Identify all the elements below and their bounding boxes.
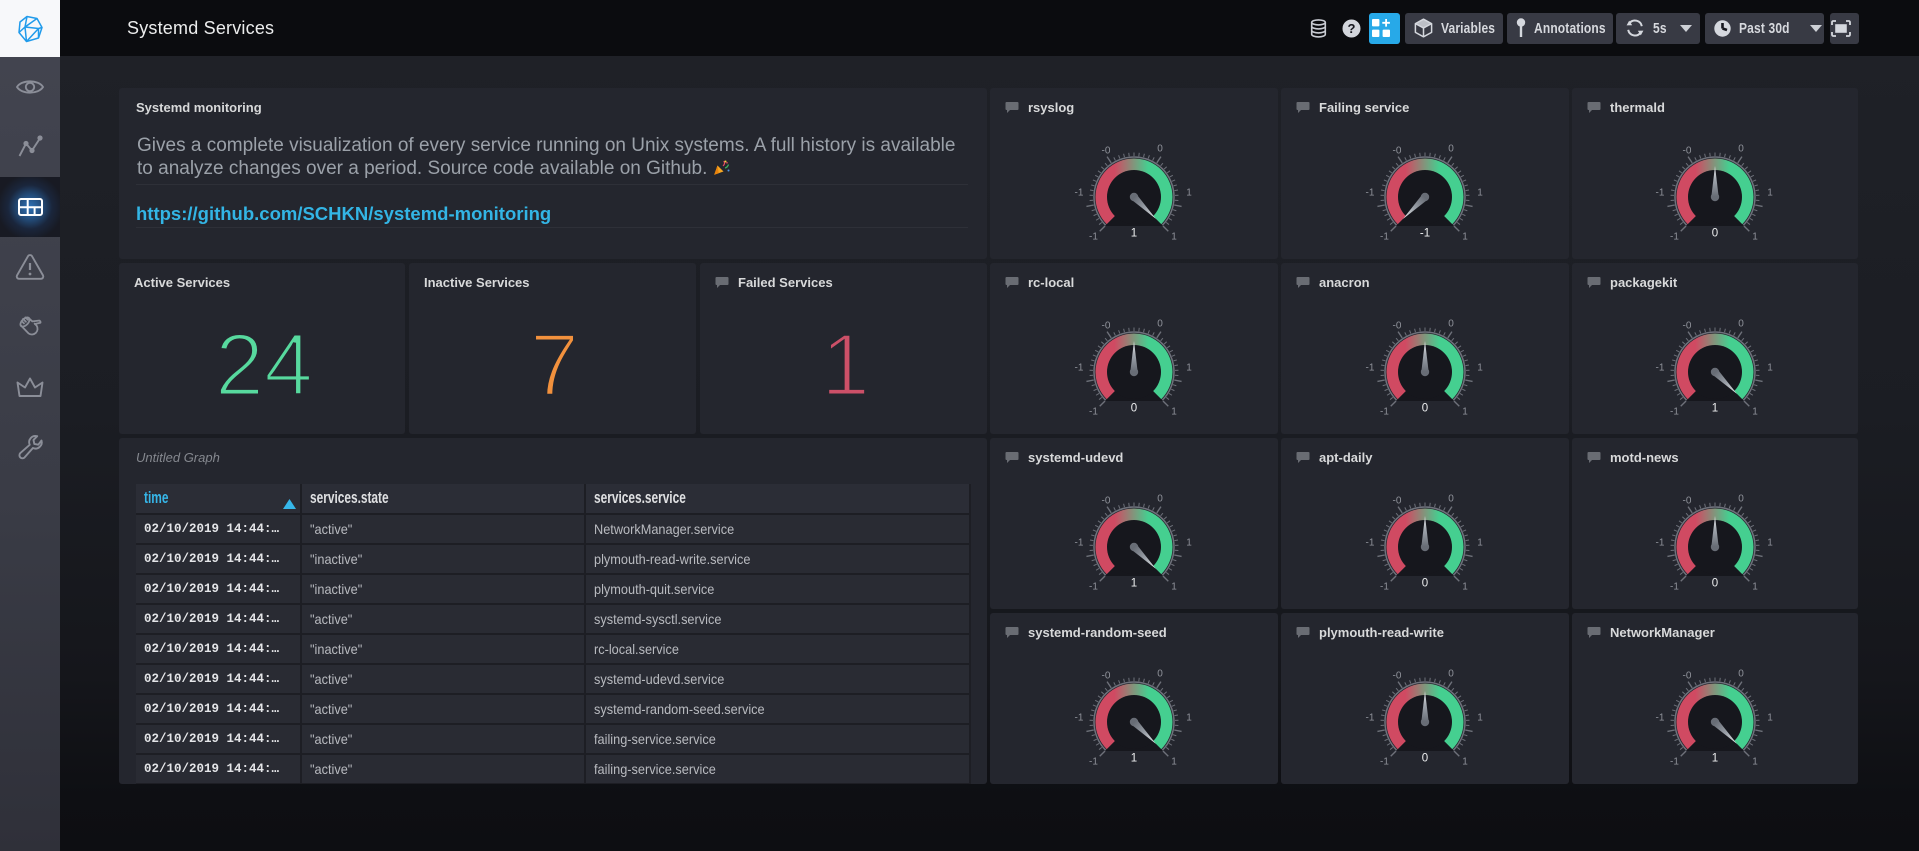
svg-text:1: 1 <box>1131 578 1137 590</box>
svg-text:0: 0 <box>1422 578 1428 590</box>
svg-text:1: 1 <box>1712 403 1718 415</box>
svg-text:0: 0 <box>1422 403 1428 415</box>
svg-text:?: ? <box>1348 21 1356 36</box>
svg-text:0: 0 <box>1422 753 1428 765</box>
svg-text:1: 1 <box>1712 753 1718 765</box>
svg-text:1: 1 <box>1131 753 1137 765</box>
svg-text:0: 0 <box>1712 228 1718 240</box>
svg-text:0: 0 <box>1131 403 1137 415</box>
svg-text:0: 0 <box>1712 578 1718 590</box>
svg-text:1: 1 <box>1131 228 1137 240</box>
svg-text:-1: -1 <box>1420 228 1430 240</box>
